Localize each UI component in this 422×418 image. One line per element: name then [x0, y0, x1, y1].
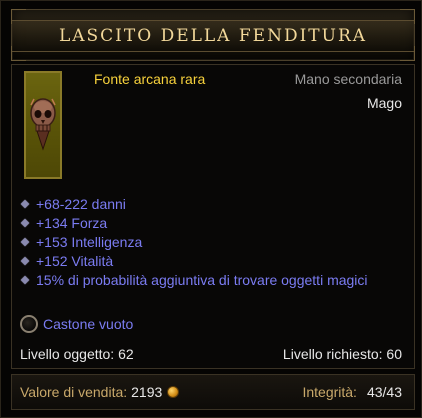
socket-row: Castone vuoto: [20, 314, 134, 333]
affix-text: 15% di probabilità aggiuntiva di trovare…: [36, 272, 368, 288]
skull-orb-icon: [28, 93, 58, 153]
sell-value-label: Valore di vendita:: [20, 384, 128, 400]
corner-ornament: [11, 9, 26, 24]
corner-ornament: [400, 46, 415, 61]
diamond-bullet-icon: [20, 237, 30, 247]
corner-ornament: [400, 9, 415, 24]
item-type: Fonte arcana rara: [94, 71, 206, 87]
durability: Integrità: 43/43: [302, 384, 402, 400]
diamond-bullet-icon: [20, 199, 30, 209]
empty-socket-icon: [20, 314, 38, 333]
item-tooltip: LASCITO DELLA FENDITURA Fonte arcana rar…: [0, 0, 422, 418]
affix-item: 15% di probabilità aggiuntiva di trovare…: [20, 271, 410, 290]
affix-text: +68-222 danni: [36, 196, 126, 212]
affix-text: +134 Forza: [36, 215, 108, 231]
required-level-label: Livello richiesto:: [282, 346, 383, 362]
affix-item: +134 Forza: [20, 214, 410, 233]
item-name: LASCITO DELLA FENDITURA: [58, 26, 368, 46]
affix-item: +153 Intelligenza: [20, 233, 410, 252]
durability-value: 43/43: [366, 384, 402, 400]
item-slot: Mano secondaria: [294, 71, 402, 87]
required-level-value: 60: [386, 346, 402, 362]
required-level: Livello richiesto: 60: [283, 346, 402, 362]
tooltip-header: LASCITO DELLA FENDITURA: [11, 9, 415, 61]
affix-text: +153 Intelligenza: [36, 234, 143, 250]
affix-list: +68-222 danni +134 Forza +153 Intelligen…: [20, 195, 410, 290]
item-level-value: 62: [118, 346, 134, 362]
diamond-bullet-icon: [20, 256, 30, 266]
diamond-bullet-icon: [20, 275, 30, 285]
gold-coin-icon: [167, 386, 180, 399]
affix-text: +152 Vitalità: [36, 253, 114, 269]
item-level-label: Livello oggetto:: [20, 346, 115, 362]
sell-value-amount: 2193: [131, 384, 163, 400]
sell-value: Valore di vendita: 2193: [20, 384, 180, 400]
diamond-bullet-icon: [20, 218, 30, 228]
item-icon-frame: [24, 71, 62, 179]
socket-label: Castone vuoto: [43, 316, 134, 332]
affix-item: +68-222 danni: [20, 195, 410, 214]
tooltip-footer: Valore di vendita: 2193 Integrità: 43/43: [11, 374, 415, 410]
item-details: Fonte arcana rara Mano secondaria Mago +…: [11, 64, 415, 369]
durability-label: Integrità:: [302, 384, 357, 400]
item-class: Mago: [366, 95, 402, 111]
corner-ornament: [11, 46, 26, 61]
item-level: Livello oggetto: 62: [20, 346, 134, 362]
affix-item: +152 Vitalità: [20, 252, 410, 271]
